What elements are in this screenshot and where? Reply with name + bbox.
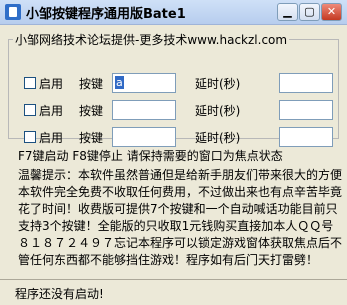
key-input-2[interactable] (112, 100, 176, 120)
delay-input-2[interactable] (279, 100, 333, 120)
key-settings-group: 小邹网络技术论坛提供-更多技术www.hackzl.com 启用 按键 a 延时… (8, 31, 340, 147)
key-label-1: 按键 (79, 77, 104, 91)
window-title: 小邹按键程序通用版Bate1 (26, 7, 186, 22)
enable-checkbox-1[interactable] (24, 77, 36, 89)
key-row-1: 启用 按键 a 延时(秒) (9, 73, 340, 93)
enable-checkbox-2[interactable] (24, 104, 36, 116)
maximize-button[interactable]: ▢ (299, 3, 320, 21)
group-title: 小邹网络技术论坛提供-更多技术www.hackzl.com (15, 33, 288, 47)
enable-label-1: 启用 (39, 77, 64, 91)
enable-checkbox-3[interactable] (24, 131, 36, 143)
enable-label-3: 启用 (39, 131, 64, 145)
enable-label-2: 启用 (39, 104, 64, 118)
app-icon (5, 4, 21, 20)
minimize-button[interactable]: ▁ (277, 3, 298, 21)
key-input-1-value: a (115, 76, 124, 89)
close-icon: ✕ (326, 5, 337, 18)
delay-input-1[interactable] (279, 73, 333, 93)
key-input-1[interactable]: a (112, 73, 176, 93)
maximize-icon: ▢ (304, 5, 315, 18)
close-button[interactable]: ✕ (321, 3, 342, 21)
delay-label-2: 延时(秒) (195, 104, 241, 118)
title-bar[interactable]: 小邹按键程序通用版Bate1 ▁ ▢ ✕ (0, 0, 347, 25)
status-text: 程序还没有启动! (15, 287, 104, 301)
delay-label-1: 延时(秒) (195, 77, 241, 91)
key-row-3: 启用 按键 延时(秒) (9, 127, 340, 147)
key-label-2: 按键 (79, 104, 104, 118)
minimize-icon: ▁ (283, 5, 292, 18)
key-label-3: 按键 (79, 131, 104, 145)
status-bar: 程序还没有启动! (0, 279, 347, 305)
key-input-3[interactable] (112, 127, 176, 147)
key-row-2: 启用 按键 延时(秒) (9, 100, 340, 120)
delay-input-3[interactable] (279, 127, 333, 147)
hotkey-hint: F7键启动 F8键停止 请保持需要的窗口为焦点状态 (18, 149, 283, 163)
delay-label-3: 延时(秒) (195, 131, 241, 145)
notice-text: 温馨提示：本软件虽然普通但是给新手朋友们带来很大的方便本软件完全免费不收取任何费… (18, 168, 343, 267)
